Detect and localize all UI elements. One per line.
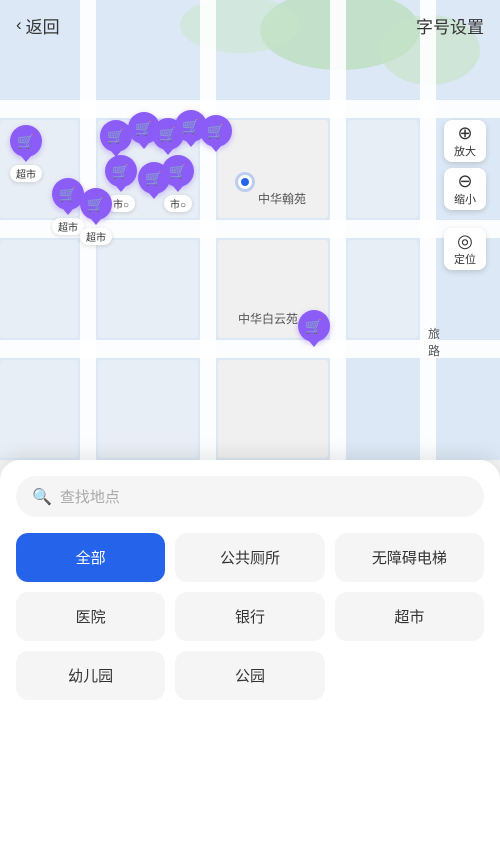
marker-11[interactable]: 🛒 超市: [80, 188, 112, 245]
category-toilet[interactable]: 公共厕所: [175, 533, 324, 582]
zoom-out-icon: ⊖: [457, 172, 472, 190]
search-icon: 🔍: [32, 487, 52, 507]
map-label-zhonghua-hanyuan: 中华翰苑: [258, 190, 306, 207]
locate-icon: ◎: [457, 232, 473, 250]
category-elevator[interactable]: 无障碍电梯: [335, 533, 484, 582]
search-placeholder: 查找地点: [60, 486, 120, 507]
category-kindergarten[interactable]: 幼儿园: [16, 651, 165, 700]
marker-6[interactable]: 🛒: [200, 115, 232, 147]
map-label-lv-lu: 旅路: [428, 325, 440, 359]
back-arrow-icon: ‹: [16, 15, 22, 35]
page-title: 字号设置: [416, 13, 484, 38]
marker-label-9: 市○: [164, 195, 192, 212]
zoom-out-label: 缩小: [454, 191, 476, 207]
marker-label-1: 超市: [10, 165, 42, 182]
map-label-zhonghua-baiyunyuan: 中华白云苑: [238, 310, 298, 327]
zoom-in-icon: ⊕: [457, 124, 472, 142]
category-grid: 全部 公共厕所 无障碍电梯 医院 银行 超市 幼儿园 公园: [16, 533, 484, 700]
marker-9[interactable]: 🛒 市○: [162, 155, 194, 212]
locate-button[interactable]: ◎ 定位: [444, 228, 486, 270]
category-bank[interactable]: 银行: [175, 592, 324, 641]
back-button[interactable]: ‹ 返回: [16, 13, 60, 38]
marker-supermarket-1[interactable]: 🛒 超市: [10, 125, 42, 182]
marker-icon-6: 🛒: [200, 115, 232, 147]
marker-bottom[interactable]: 🛒: [298, 310, 330, 342]
zoom-in-label: 放大: [454, 143, 476, 159]
header: ‹ 返回 字号设置: [0, 0, 500, 50]
back-label: 返回: [26, 13, 60, 38]
zoom-out-button[interactable]: ⊖ 缩小: [444, 168, 486, 210]
marker-icon-11: 🛒: [80, 188, 112, 220]
bottom-panel: 🔍 查找地点 全部 公共厕所 无障碍电梯 医院 银行 超市 幼儿园 公园: [0, 460, 500, 864]
search-bar[interactable]: 🔍 查找地点: [16, 476, 484, 517]
category-hospital[interactable]: 医院: [16, 592, 165, 641]
marker-icon-bottom: 🛒: [298, 310, 330, 342]
category-supermarket[interactable]: 超市: [335, 592, 484, 641]
zoom-in-button[interactable]: ⊕ 放大: [444, 120, 486, 162]
map-controls: ⊕ 放大 ⊖ 缩小 ◎ 定位: [444, 120, 486, 270]
marker-icon-1: 🛒: [10, 125, 42, 157]
locate-label: 定位: [454, 251, 476, 267]
current-location-dot: [238, 175, 252, 189]
category-all[interactable]: 全部: [16, 533, 165, 582]
marker-icon-9: 🛒: [162, 155, 194, 187]
marker-icon-7: 🛒: [105, 155, 137, 187]
marker-label-11: 超市: [80, 228, 112, 245]
map-container[interactable]: 中华翰苑 中华白云苑 旅路 🛒 超市 🛒 🛒 🛒 🛒 🛒 🛒 市○ 🛒 🛒 市○…: [0, 0, 500, 460]
category-park[interactable]: 公园: [175, 651, 324, 700]
